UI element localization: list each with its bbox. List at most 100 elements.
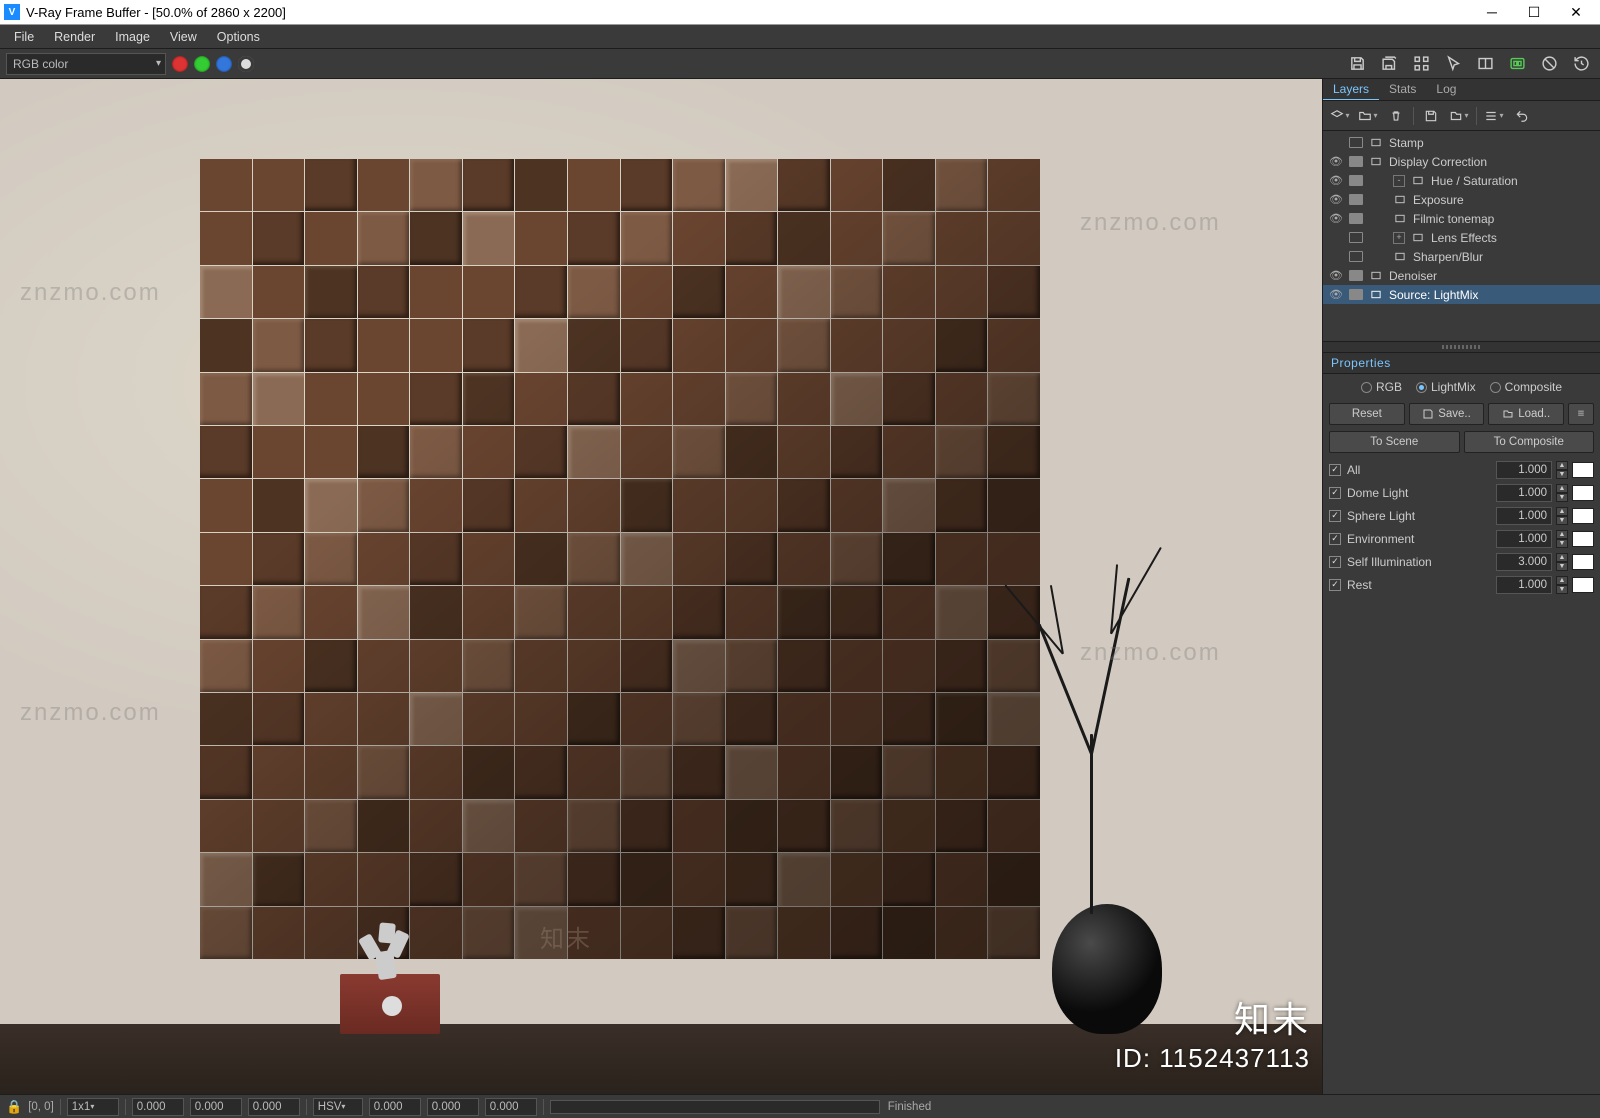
history-icon[interactable] [1568,52,1594,76]
tab-stats[interactable]: Stats [1379,79,1426,100]
tab-log[interactable]: Log [1426,79,1466,100]
content-area: znzmo.com znzmo.com znzmo.com znzmo.com … [0,79,1600,1094]
light-color-swatch[interactable] [1572,554,1594,570]
light-intensity-spinner[interactable]: ▲▼ [1556,484,1568,502]
render-viewport[interactable]: znzmo.com znzmo.com znzmo.com znzmo.com … [0,79,1322,1094]
layer-row[interactable]: 👁Denoiser [1323,266,1600,285]
hsv-s[interactable]: 0.000 [427,1098,479,1116]
layer-label: Hue / Saturation [1431,174,1518,188]
light-intensity-spinner[interactable]: ▲▼ [1556,576,1568,594]
layer-row[interactable]: +Lens Effects [1323,228,1600,247]
mode-lightmix[interactable]: LightMix [1416,380,1476,394]
light-intensity-spinner[interactable]: ▲▼ [1556,553,1568,571]
blue-channel-toggle[interactable] [216,56,232,72]
hsv-v[interactable]: 0.000 [485,1098,537,1116]
zoom-select[interactable]: 1x1 [67,1098,119,1116]
layer-row[interactable]: 👁Exposure [1323,190,1600,209]
layer-row[interactable]: 👁Filmic tonemap [1323,209,1600,228]
menu-options[interactable]: Options [209,28,268,46]
light-enable-checkbox[interactable] [1329,487,1341,499]
light-enable-checkbox[interactable] [1329,510,1341,522]
visibility-toggle-icon[interactable]: 👁 [1329,193,1343,206]
red-channel-toggle[interactable] [172,56,188,72]
light-intensity-spinner[interactable]: ▲▼ [1556,461,1568,479]
undo-icon[interactable] [1511,105,1533,127]
layer-row[interactable]: 👁Display Correction [1323,152,1600,171]
tab-layers[interactable]: Layers [1323,79,1379,100]
layer-label: Sharpen/Blur [1413,250,1483,264]
menu-render[interactable]: Render [46,28,103,46]
menu-image[interactable]: Image [107,28,158,46]
light-color-swatch[interactable] [1572,577,1594,593]
visibility-toggle-icon[interactable]: 👁 [1329,288,1343,301]
clear-icon[interactable] [1536,52,1562,76]
light-intensity-input[interactable]: 1.000 [1496,484,1552,502]
light-intensity-spinner[interactable]: ▲▼ [1556,530,1568,548]
light-label: Rest [1345,578,1492,592]
visibility-toggle-icon[interactable]: 👁 [1329,212,1343,225]
green-channel-toggle[interactable] [194,56,210,72]
load-preset-button[interactable]: Load.. [1488,403,1564,425]
light-enable-checkbox[interactable] [1329,464,1341,476]
layer-row[interactable]: 👁 - Hue / Saturation [1323,171,1600,190]
minimize-button[interactable]: ─ [1472,1,1512,23]
light-enable-checkbox[interactable] [1329,556,1341,568]
layer-type-icon [1369,270,1383,281]
expand-toggle-icon[interactable]: + [1393,232,1405,244]
mono-channel-toggle[interactable] [238,56,254,72]
visibility-toggle-icon[interactable]: 👁 [1329,174,1343,187]
save-preset-button[interactable]: Save.. [1409,403,1485,425]
maximize-button[interactable]: ☐ [1514,1,1554,23]
lock-icon[interactable]: 🔒 [6,1099,22,1115]
light-color-swatch[interactable] [1572,531,1594,547]
layer-row[interactable]: Sharpen/Blur [1323,247,1600,266]
raw-b[interactable]: 0.000 [248,1098,300,1116]
light-intensity-input[interactable]: 1.000 [1496,507,1552,525]
window-title: V-Ray Frame Buffer - [50.0% of 2860 x 22… [26,5,1472,20]
reset-button[interactable]: Reset [1329,403,1405,425]
load-layers-icon[interactable] [1448,105,1470,127]
mode-rgb[interactable]: RGB [1361,380,1402,394]
layer-list[interactable]: Stamp👁Display Correction👁-Hue / Saturati… [1323,131,1600,341]
light-color-swatch[interactable] [1572,462,1594,478]
expand-toggle-icon[interactable]: - [1393,175,1405,187]
pick-pixel-icon[interactable] [1408,52,1434,76]
add-layer-icon[interactable] [1329,105,1351,127]
hsv-h[interactable]: 0.000 [369,1098,421,1116]
light-intensity-spinner[interactable]: ▲▼ [1556,507,1568,525]
visibility-toggle-icon[interactable]: 👁 [1329,155,1343,168]
region-icon[interactable] [1440,52,1466,76]
light-enable-checkbox[interactable] [1329,579,1341,591]
mode-composite[interactable]: Composite [1490,380,1562,394]
panel-splitter[interactable] [1323,341,1600,353]
light-intensity-input[interactable]: 1.000 [1496,461,1552,479]
raw-g[interactable]: 0.000 [190,1098,242,1116]
save-image-icon[interactable] [1344,52,1370,76]
main-toolbar: RGB color [0,49,1600,79]
close-button[interactable]: ✕ [1556,1,1596,23]
save-all-icon[interactable] [1376,52,1402,76]
compare-icon[interactable] [1472,52,1498,76]
save-layers-icon[interactable] [1420,105,1442,127]
light-color-swatch[interactable] [1572,508,1594,524]
light-enable-checkbox[interactable] [1329,533,1341,545]
to-composite-button[interactable]: To Composite [1464,431,1595,453]
vr-icon[interactable] [1504,52,1530,76]
raw-r[interactable]: 0.000 [132,1098,184,1116]
layer-row[interactable]: 👁Source: LightMix [1323,285,1600,304]
to-scene-button[interactable]: To Scene [1329,431,1460,453]
visibility-toggle-icon[interactable]: 👁 [1329,269,1343,282]
folder-icon[interactable] [1357,105,1379,127]
light-color-swatch[interactable] [1572,485,1594,501]
light-intensity-input[interactable]: 1.000 [1496,576,1552,594]
preset-menu-button[interactable]: ≡ [1568,403,1594,425]
delete-icon[interactable] [1385,105,1407,127]
menu-view[interactable]: View [162,28,205,46]
layers-menu-icon[interactable] [1483,105,1505,127]
light-intensity-input[interactable]: 3.000 [1496,553,1552,571]
light-intensity-input[interactable]: 1.000 [1496,530,1552,548]
menu-file[interactable]: File [6,28,42,46]
layer-row[interactable]: Stamp [1323,133,1600,152]
readout-mode-select[interactable]: HSV [313,1098,363,1116]
channel-select[interactable]: RGB color [6,53,166,75]
